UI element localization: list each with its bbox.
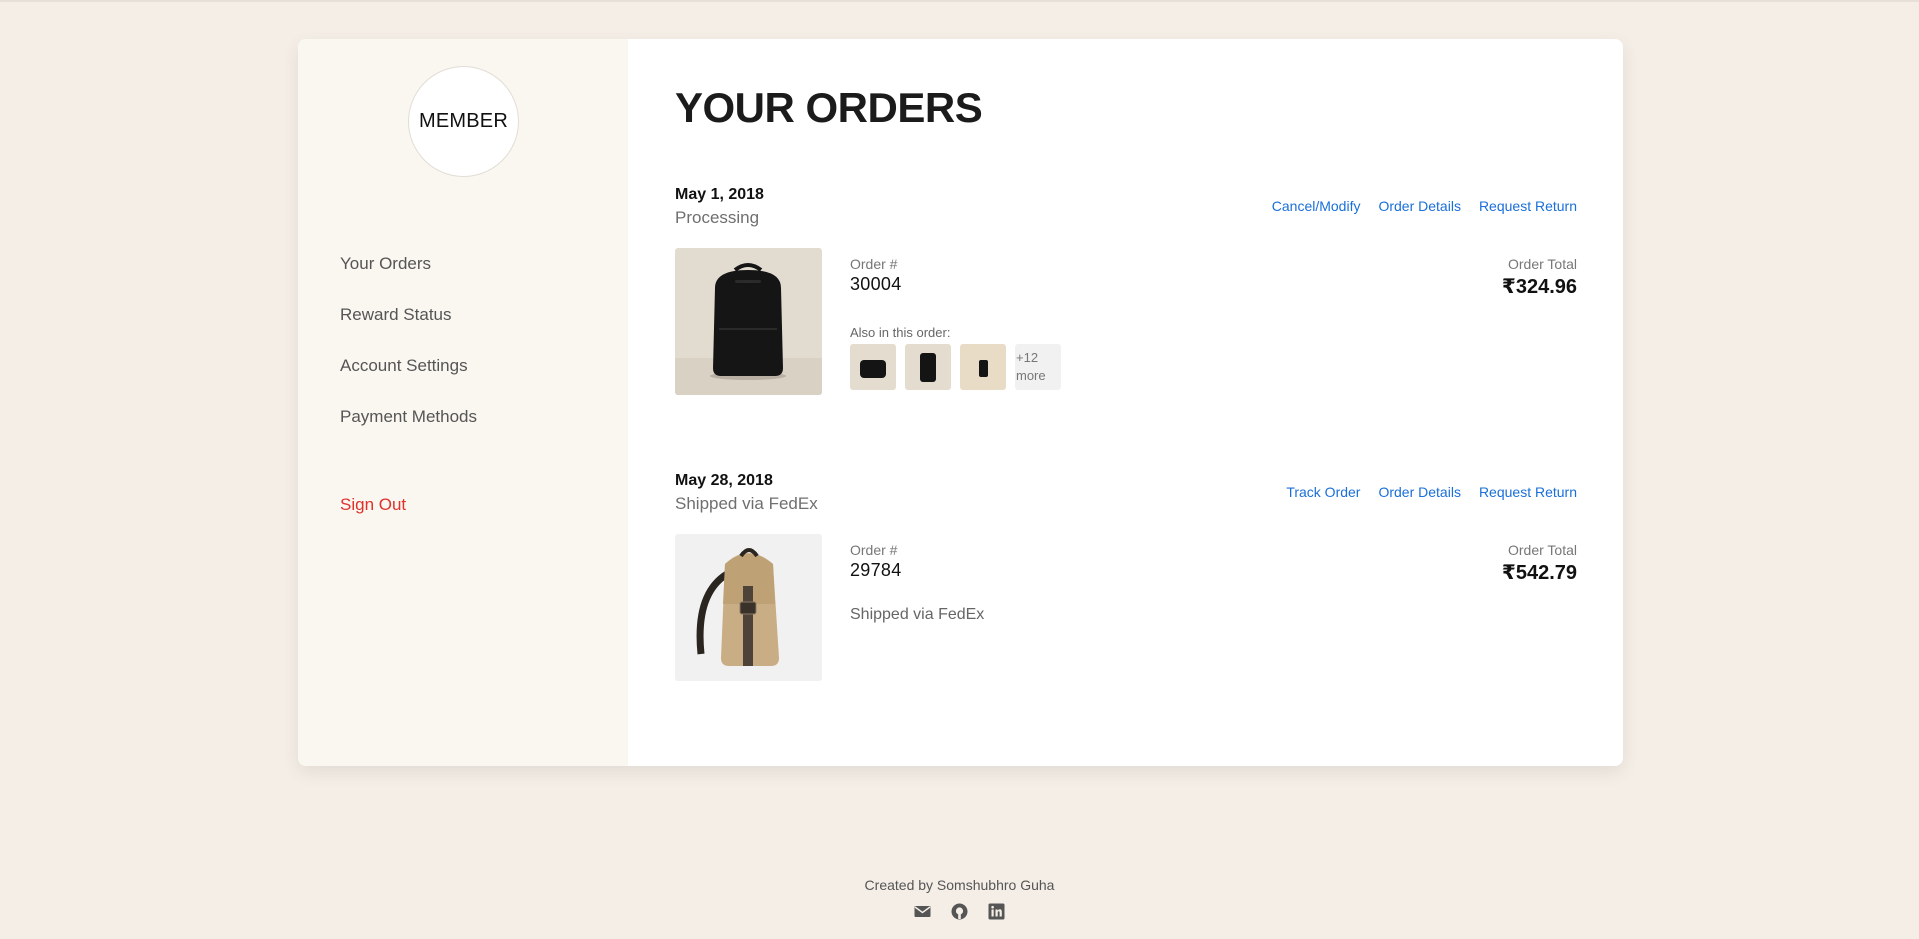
order-card: May 1, 2018 Processing Cancel/Modify Ord… <box>675 186 1577 406</box>
top-divider <box>0 0 1919 2</box>
github-icon[interactable] <box>951 903 968 920</box>
order-total-label: Order Total <box>1508 256 1577 272</box>
order-date: May 1, 2018 <box>675 186 764 203</box>
sidebar-item-payment-methods[interactable]: Payment Methods <box>340 406 477 457</box>
also-in-order-items: +12 more <box>850 344 1061 390</box>
order-date: May 28, 2018 <box>675 472 773 489</box>
order-status: Shipped via FedEx <box>675 494 818 513</box>
order-status: Processing <box>675 208 760 227</box>
order-number-label: Order # <box>850 542 898 558</box>
sidebar-nav: Your Orders Reward Status Account Settin… <box>340 253 477 457</box>
order-number-label: Order # <box>850 256 898 272</box>
sidebar-item-account-settings[interactable]: Account Settings <box>340 355 477 406</box>
linkedin-icon[interactable] <box>988 903 1005 920</box>
order-details-link[interactable]: Order Details <box>1378 198 1460 214</box>
request-return-link[interactable]: Request Return <box>1479 484 1577 500</box>
request-return-link[interactable]: Request Return <box>1479 198 1577 214</box>
footer-credit: Created by Somshubhro Guha <box>864 877 1055 893</box>
order-card: May 28, 2018 Shipped via FedEx Track Ord… <box>675 472 1577 692</box>
item-thumbnail[interactable] <box>960 344 1006 390</box>
avatar: MEMBER <box>408 66 519 177</box>
sidebar: MEMBER Your Orders Reward Status Account… <box>298 39 628 766</box>
product-image[interactable] <box>675 534 822 681</box>
sidebar-item-your-orders[interactable]: Your Orders <box>340 253 477 304</box>
sidebar-item-reward-status[interactable]: Reward Status <box>340 304 477 355</box>
track-order-link[interactable]: Track Order <box>1286 484 1360 500</box>
account-card: MEMBER Your Orders Reward Status Account… <box>298 39 1623 766</box>
also-in-order-label: Also in this order: <box>850 325 951 340</box>
order-total-label: Order Total <box>1508 542 1577 558</box>
order-actions: Cancel/Modify Order Details Request Retu… <box>1272 198 1577 214</box>
item-thumbnail[interactable] <box>905 344 951 390</box>
order-details-link[interactable]: Order Details <box>1378 484 1460 500</box>
order-number: 30004 <box>850 274 902 294</box>
page-title: YOUR ORDERS <box>675 84 983 131</box>
social-links <box>914 903 1005 920</box>
mail-icon[interactable] <box>914 903 931 920</box>
product-image[interactable] <box>675 248 822 395</box>
item-thumbnail[interactable] <box>850 344 896 390</box>
orders-panel: YOUR ORDERS May 1, 2018 Processing Cance… <box>628 39 1623 766</box>
cancel-modify-link[interactable]: Cancel/Modify <box>1272 198 1361 214</box>
order-total: ₹542.79 <box>1501 562 1577 584</box>
order-number: 29784 <box>850 560 902 580</box>
sign-out-link[interactable]: Sign Out <box>340 495 406 515</box>
order-actions: Track Order Order Details Request Return <box>1286 484 1577 500</box>
order-total: ₹324.96 <box>1501 276 1577 298</box>
more-items-button[interactable]: +12 more <box>1015 344 1061 390</box>
shipping-note: Shipped via FedEx <box>850 606 985 623</box>
